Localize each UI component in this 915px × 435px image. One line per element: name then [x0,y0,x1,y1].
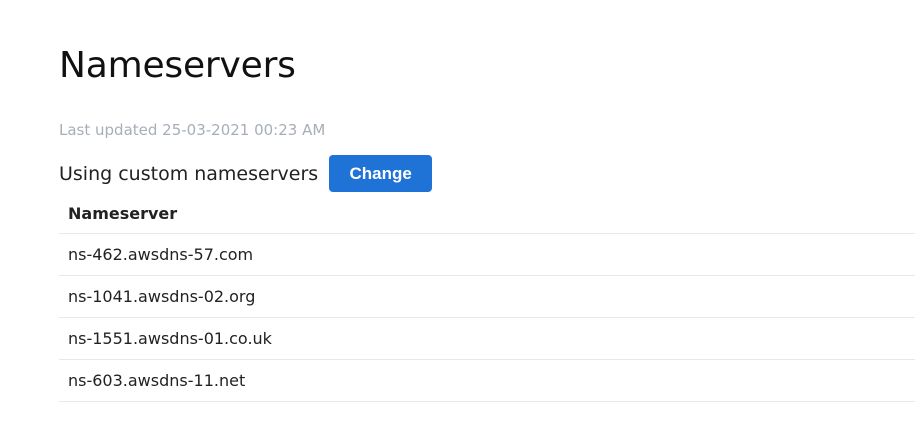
nameservers-page: Nameservers Last updated 25-03-2021 00:2… [0,0,915,435]
table-row: ns-462.awsdns-57.com [59,233,915,276]
nameserver-status-row: Using custom nameservers Change [59,155,433,192]
nameserver-status-text: Using custom nameservers [59,162,319,185]
table-row: ns-1041.awsdns-02.org [59,275,915,318]
table-row: ns-603.awsdns-11.net [59,359,915,402]
page-title: Nameservers [59,45,296,86]
change-button[interactable]: Change [329,155,433,192]
column-header-nameserver: Nameserver [59,193,915,234]
nameserver-cell: ns-1041.awsdns-02.org [59,275,915,318]
last-updated-text: Last updated 25-03-2021 00:23 AM [59,121,326,139]
nameserver-cell: ns-462.awsdns-57.com [59,233,915,276]
table-header-row: Nameserver [59,193,915,234]
nameservers-table: Nameserver ns-462.awsdns-57.com ns-1041.… [59,193,915,402]
nameserver-cell: ns-603.awsdns-11.net [59,359,915,402]
table-row: ns-1551.awsdns-01.co.uk [59,317,915,360]
nameserver-cell: ns-1551.awsdns-01.co.uk [59,317,915,360]
